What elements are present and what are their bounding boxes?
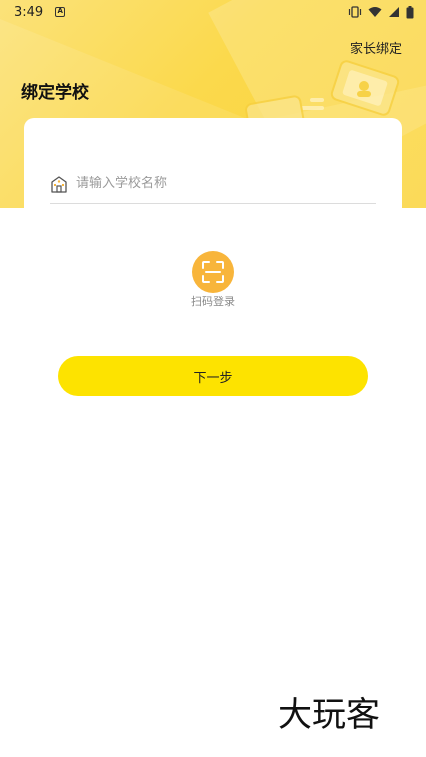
a-letter-icon: A [55,7,66,17]
school-building-icon [50,175,68,193]
signal-icon [389,7,399,17]
school-input-row [50,164,376,204]
scan-icon [202,261,224,283]
binding-card: 扫码登录 下一步 [24,118,402,588]
status-icons [348,5,414,19]
scan-login-button[interactable] [192,251,234,293]
parent-binding-link[interactable]: 家长绑定 [350,38,402,57]
status-bar: 3:49 A [0,0,426,24]
page-title: 绑定学校 [21,83,89,103]
wifi-icon [368,7,382,17]
school-name-input[interactable] [76,176,376,191]
watermark-logo: 大玩客 [278,695,380,735]
status-time: 3:49 [14,4,44,20]
watermark-text: 大玩客 [278,695,380,735]
next-step-button[interactable]: 下一步 [58,356,368,396]
vibrate-icon [348,6,362,18]
scan-login-label: 扫码登录 [191,295,235,308]
battery-icon [406,5,414,18]
